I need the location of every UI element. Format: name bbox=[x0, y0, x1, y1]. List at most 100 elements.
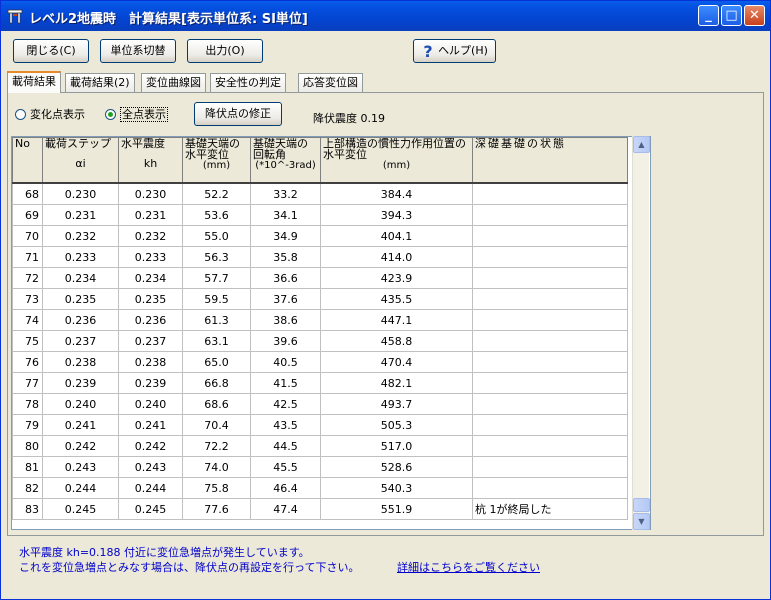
help-label: ヘルプ(H) bbox=[438, 44, 488, 57]
cell-no: 79 bbox=[12, 414, 43, 436]
cell-a: 0.241 bbox=[42, 414, 119, 436]
main-window: レベル2地震時 計算結果[表示単位系: SI単位] _ □ ✕ 閉じる(C) 単… bbox=[0, 0, 771, 600]
vertical-scrollbar[interactable]: ▲ ▼ bbox=[632, 136, 650, 530]
cell-a: 0.239 bbox=[42, 372, 119, 394]
cell-kh: 0.238 bbox=[118, 351, 183, 373]
cell-kh: 0.244 bbox=[118, 477, 183, 499]
cell-d: 65.0 bbox=[182, 351, 251, 373]
cell-no: 70 bbox=[12, 225, 43, 247]
cell-kh: 0.241 bbox=[118, 414, 183, 436]
scroll-thumb[interactable] bbox=[633, 498, 650, 512]
window-title: レベル2地震時 計算結果[表示単位系: SI単位] bbox=[29, 12, 308, 27]
cell-a: 0.236 bbox=[42, 309, 119, 331]
tab-displacement-curve[interactable]: 変位曲線図 bbox=[141, 73, 206, 92]
tab-load-results-2[interactable]: 載荷結果(2) bbox=[65, 73, 135, 92]
cell-s bbox=[472, 267, 628, 289]
cell-no: 80 bbox=[12, 435, 43, 457]
cell-r: 35.8 bbox=[250, 246, 321, 268]
cell-u: 505.3 bbox=[320, 414, 473, 436]
cell-u: 482.1 bbox=[320, 372, 473, 394]
tab-safety-check[interactable]: 安全性の判定 bbox=[210, 73, 286, 92]
scroll-down-icon[interactable]: ▼ bbox=[633, 513, 650, 530]
table-row[interactable]: 79 0.241 0.241 70.4 43.5 505.3 bbox=[12, 414, 628, 436]
minimize-button[interactable]: _ bbox=[698, 5, 719, 26]
cell-s bbox=[472, 456, 628, 478]
help-icon: ? bbox=[423, 42, 433, 61]
cell-a: 0.231 bbox=[42, 204, 119, 226]
close-window-button[interactable]: ✕ bbox=[744, 5, 765, 26]
cell-no: 81 bbox=[12, 456, 43, 478]
table-row[interactable]: 81 0.243 0.243 74.0 45.5 528.6 bbox=[12, 456, 628, 478]
maximize-button[interactable]: □ bbox=[721, 5, 742, 26]
cell-d: 77.6 bbox=[182, 498, 251, 520]
table-row[interactable]: 80 0.242 0.242 72.2 44.5 517.0 bbox=[12, 435, 628, 457]
table-row[interactable]: 72 0.234 0.234 57.7 36.6 423.9 bbox=[12, 267, 628, 289]
table-row[interactable]: 71 0.233 0.233 56.3 35.8 414.0 bbox=[12, 246, 628, 268]
table-row[interactable]: 75 0.237 0.237 63.1 39.6 458.8 bbox=[12, 330, 628, 352]
cell-no: 78 bbox=[12, 393, 43, 415]
help-button[interactable]: ? ヘルプ(H) bbox=[413, 39, 496, 63]
cell-no: 82 bbox=[12, 477, 43, 499]
cell-d: 72.2 bbox=[182, 435, 251, 457]
table-row[interactable]: 76 0.238 0.238 65.0 40.5 470.4 bbox=[12, 351, 628, 373]
cell-s bbox=[472, 225, 628, 247]
cell-r: 34.1 bbox=[250, 204, 321, 226]
cell-u: 493.7 bbox=[320, 393, 473, 415]
cell-s bbox=[472, 393, 628, 415]
app-icon bbox=[7, 9, 23, 24]
cell-r: 39.6 bbox=[250, 330, 321, 352]
table-row[interactable]: 77 0.239 0.239 66.8 41.5 482.1 bbox=[12, 372, 628, 394]
scroll-up-icon[interactable]: ▲ bbox=[633, 136, 650, 153]
cell-d: 74.0 bbox=[182, 456, 251, 478]
results-grid[interactable]: No 載荷ステップ αi 水平震度 kh 基礎天端の水平変位 (mm) 基礎天端の回転… bbox=[11, 136, 651, 530]
table-row[interactable]: 68 0.230 0.230 52.2 33.2 384.4 bbox=[12, 182, 628, 205]
header-displacement: 基礎天端の水平変位 (mm) bbox=[182, 137, 251, 184]
header-kh: 水平震度 kh bbox=[118, 137, 183, 184]
table-row[interactable]: 83 0.245 0.245 77.6 47.4 551.9 杭 1が終局した bbox=[12, 498, 628, 520]
cell-kh: 0.232 bbox=[118, 225, 183, 247]
table-row[interactable]: 74 0.236 0.236 61.3 38.6 447.1 bbox=[12, 309, 628, 331]
cell-kh: 0.239 bbox=[118, 372, 183, 394]
cell-no: 74 bbox=[12, 309, 43, 331]
table-header-row: No 載荷ステップ αi 水平震度 kh 基礎天端の水平変位 (mm) 基礎天端の回転… bbox=[12, 137, 628, 184]
cell-kh: 0.233 bbox=[118, 246, 183, 268]
cell-s bbox=[472, 477, 628, 499]
cell-kh: 0.242 bbox=[118, 435, 183, 457]
header-no: No bbox=[12, 137, 43, 184]
cell-r: 36.6 bbox=[250, 267, 321, 289]
tab-load-results[interactable]: 載荷結果 bbox=[7, 71, 61, 93]
radio-unchecked-icon bbox=[15, 109, 26, 120]
tab-response-displacement[interactable]: 応答変位図 bbox=[298, 73, 363, 92]
unit-toggle-button[interactable]: 単位系切替 bbox=[100, 39, 176, 63]
output-button[interactable]: 出力(O) bbox=[187, 39, 263, 63]
yield-seismic-coefficient: 降伏震度 0.19 bbox=[313, 112, 385, 125]
table-row[interactable]: 82 0.244 0.244 75.8 46.4 540.3 bbox=[12, 477, 628, 499]
radio-all-points[interactable]: 全点表示 bbox=[105, 107, 168, 123]
cell-kh: 0.234 bbox=[118, 267, 183, 289]
header-rotation: 基礎天端の回転角 (*10^-3rad) bbox=[250, 137, 321, 184]
radio-change-points[interactable]: 変化点表示 bbox=[15, 107, 85, 123]
results-table: No 載荷ステップ αi 水平震度 kh 基礎天端の水平変位 (mm) 基礎天端の回転… bbox=[12, 137, 628, 520]
close-button[interactable]: 閉じる(C) bbox=[13, 39, 89, 63]
cell-no: 69 bbox=[12, 204, 43, 226]
cell-r: 46.4 bbox=[250, 477, 321, 499]
cell-d: 59.5 bbox=[182, 288, 251, 310]
cell-r: 45.5 bbox=[250, 456, 321, 478]
cell-s bbox=[472, 246, 628, 268]
table-row[interactable]: 70 0.232 0.232 55.0 34.9 404.1 bbox=[12, 225, 628, 247]
cell-r: 42.5 bbox=[250, 393, 321, 415]
radio-checked-icon bbox=[105, 109, 116, 120]
table-row[interactable]: 73 0.235 0.235 59.5 37.6 435.5 bbox=[12, 288, 628, 310]
yield-point-fix-button[interactable]: 降伏点の修正 bbox=[194, 102, 282, 126]
details-link[interactable]: 詳細はこちらをご覧ください bbox=[397, 559, 540, 575]
title-bar[interactable]: レベル2地震時 計算結果[表示単位系: SI単位] _ □ ✕ bbox=[1, 1, 770, 31]
table-row[interactable]: 69 0.231 0.231 53.6 34.1 394.3 bbox=[12, 204, 628, 226]
cell-u: 404.1 bbox=[320, 225, 473, 247]
cell-d: 63.1 bbox=[182, 330, 251, 352]
table-row[interactable]: 78 0.240 0.240 68.6 42.5 493.7 bbox=[12, 393, 628, 415]
cell-a: 0.237 bbox=[42, 330, 119, 352]
cell-a: 0.234 bbox=[42, 267, 119, 289]
cell-d: 55.0 bbox=[182, 225, 251, 247]
cell-u: 447.1 bbox=[320, 309, 473, 331]
status-message-1: 水平震度 kh=0.188 付近に変位急増点が発生しています。 bbox=[19, 546, 310, 559]
